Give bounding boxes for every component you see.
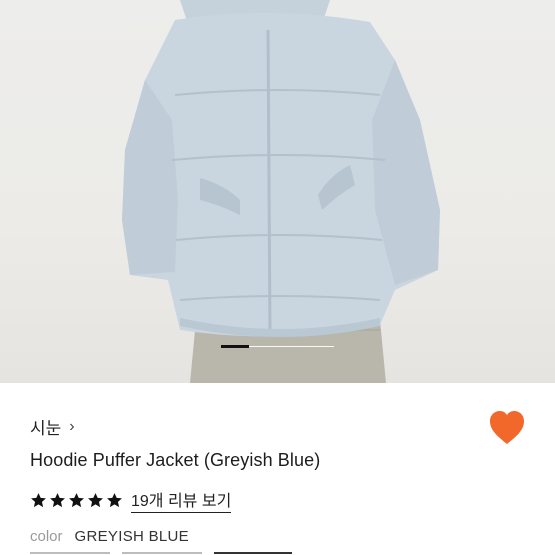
option-divider — [122, 552, 202, 554]
carousel-indicator — [221, 345, 334, 348]
rating-row: 19개 리뷰 보기 — [30, 487, 232, 513]
star-icon — [69, 492, 84, 507]
review-link[interactable]: 19개 리뷰 보기 — [131, 487, 232, 513]
color-label: color — [30, 528, 63, 545]
carousel-active-segment — [221, 345, 249, 348]
jacket-photo — [122, 0, 440, 383]
star-icon — [107, 492, 122, 507]
star-icon — [50, 492, 65, 507]
color-row: color GREYISH BLUE — [30, 528, 189, 545]
chevron-right-icon: › — [69, 417, 75, 435]
product-title: Hoodie Puffer Jacket (Greyish Blue) — [30, 450, 321, 470]
star-rating — [30, 492, 123, 509]
brand-name: 시눈 — [30, 419, 62, 438]
option-divider — [30, 552, 110, 554]
favorite-heart-icon[interactable] — [488, 410, 526, 446]
star-icon — [88, 492, 103, 507]
star-icon — [31, 492, 46, 507]
option-divider — [214, 552, 292, 554]
brand-link[interactable]: 시눈 › — [30, 414, 75, 439]
product-image[interactable] — [0, 0, 555, 383]
color-value: GREYISH BLUE — [74, 528, 189, 545]
